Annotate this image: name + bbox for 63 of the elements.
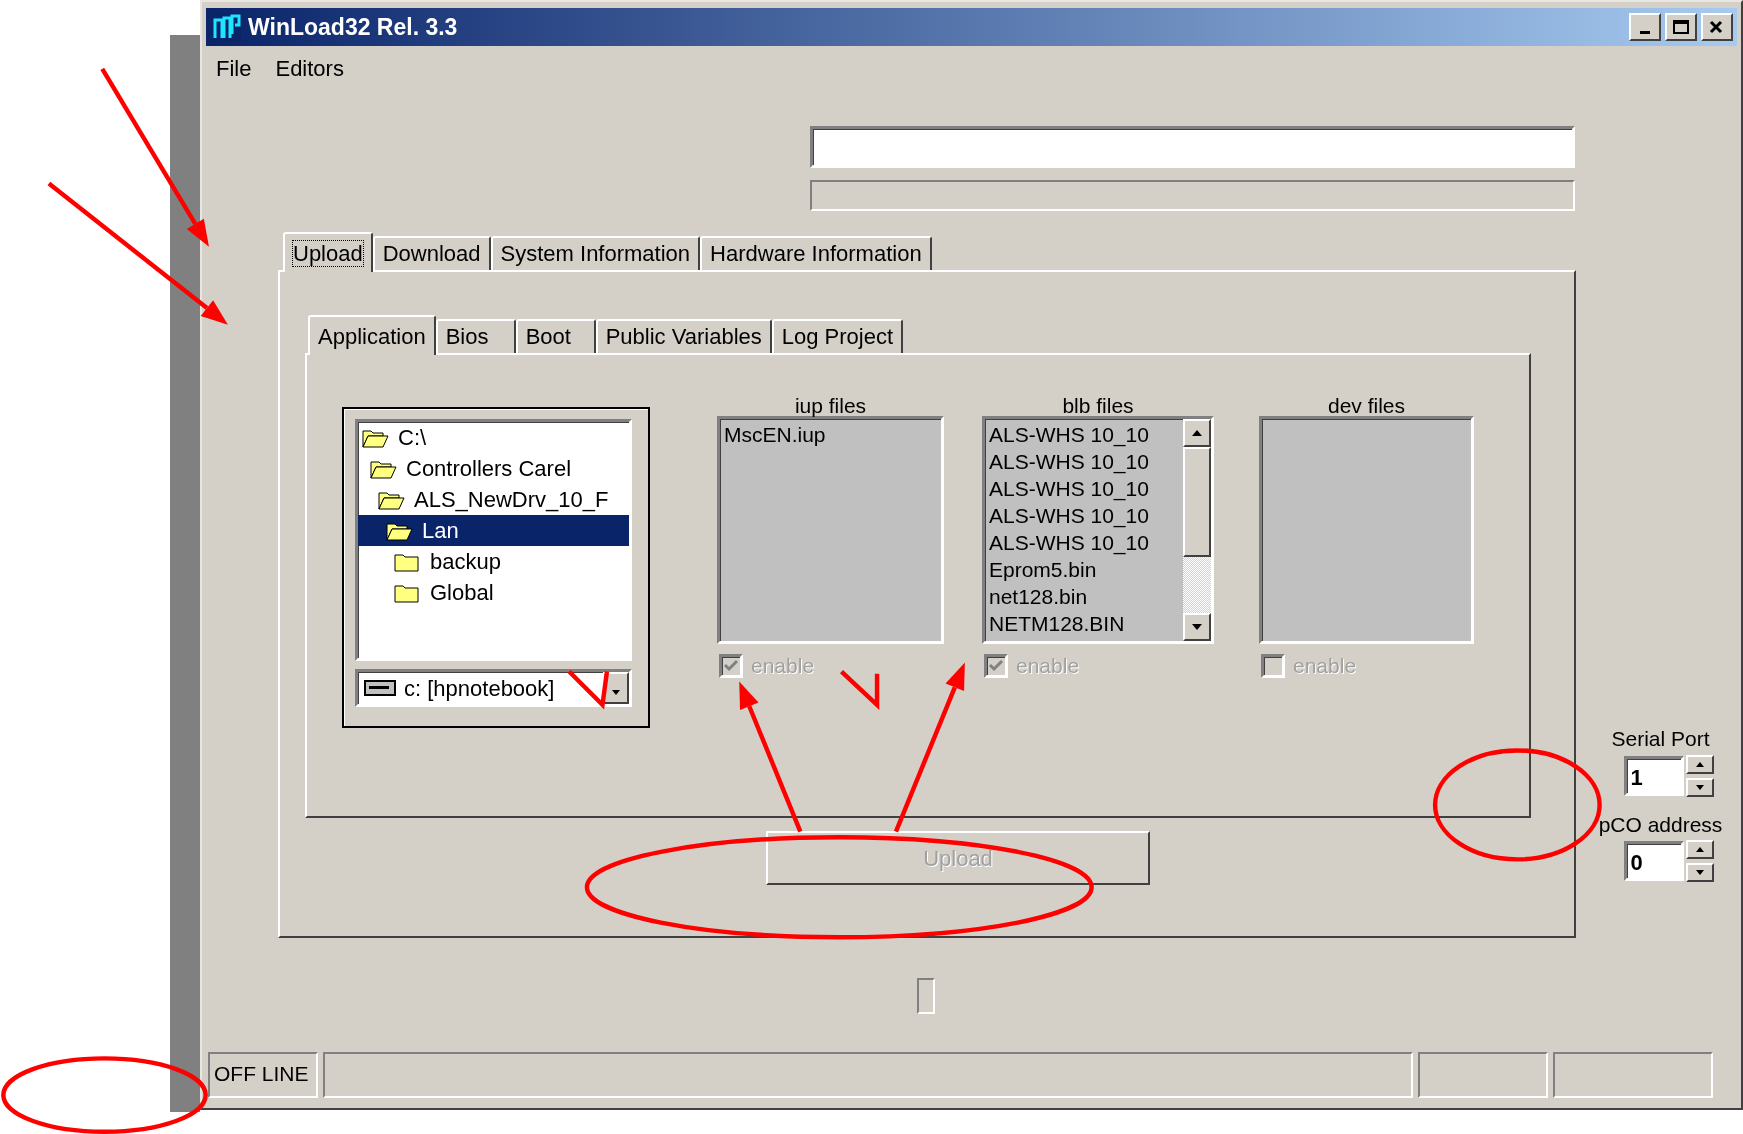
tab[interactable]: Public Variables [595,319,772,353]
maximize-icon [1672,19,1690,35]
tree-item[interactable]: backup [358,546,629,577]
list-item[interactable]: NETM128.BIN [989,610,1179,637]
down-arrow-icon [1695,870,1704,875]
scrollbar-thumb[interactable] [1183,447,1211,557]
tree-item[interactable]: C:\ [358,422,629,453]
list-item[interactable]: ALS-WHS 10_10 [989,475,1179,502]
tree-item[interactable]: Controllers Carel [358,453,629,484]
drive-dropdown[interactable]: c: [hpnotebook] [355,669,632,707]
list-item[interactable]: ALS-WHS 10_10 [989,529,1179,556]
window-title: WinLoad32 Rel. 3.3 [248,12,458,42]
list-item[interactable]: ALS-WHS 10_10 [989,448,1179,475]
number-field[interactable]: 1 [1623,755,1684,796]
close-button[interactable] [1701,13,1733,41]
minimize-button[interactable] [1629,13,1661,41]
annotation-mark [839,669,880,710]
file-list[interactable] [1259,416,1474,644]
up-arrow-icon [1695,847,1704,852]
list-item[interactable]: ALS-WHS 10_10 [989,421,1179,448]
spinner-label: pCO address [1598,811,1723,838]
tab[interactable]: System Information [490,236,701,270]
list-title: blb files [1061,393,1135,416]
list-item[interactable]: Eprom5.bin [989,556,1179,583]
file-list[interactable]: ALS-WHS 10_10 ALS-WHS 10_10 ALS-WHS 10_10 ALS-WHS 10_10 ALS-WHS 10_10 Eprom5.bin net128.bin NETM128.BIN [982,416,1214,644]
number-field[interactable]: 0 [1623,841,1684,881]
spin-up-button[interactable] [1685,840,1714,859]
drive-icon [364,679,396,697]
tab[interactable]: Download [372,236,491,270]
menu-item[interactable]: File [216,52,252,80]
maximize-button[interactable] [1665,13,1697,41]
tab[interactable]: Application [308,315,436,355]
tree-item[interactable]: Global [358,577,629,608]
indicator-slot [917,978,935,1014]
list-title: dev files [1326,393,1406,416]
down-arrow-icon [1695,784,1704,790]
spinner-label: Serial Port [1611,726,1710,752]
up-arrow-icon [1191,429,1203,437]
scroll-up-button[interactable] [1183,419,1211,447]
status-text: OFF LINE [208,1052,318,1098]
spin-down-button[interactable] [1685,777,1714,797]
spin-up-button[interactable] [1685,754,1714,774]
tab[interactable]: Upload [283,232,373,272]
scrollbar[interactable] [1183,419,1211,641]
tree-item[interactable]: ALS_NewDrv_10_F [358,484,629,515]
menu-item[interactable]: Editors [275,52,344,80]
down-arrow-icon [1191,623,1203,631]
tree-item[interactable]: Lan [358,515,629,546]
list-item[interactable]: net128.bin [989,583,1179,610]
spin-down-button[interactable] [1685,863,1714,882]
list-item[interactable]: ALS-WHS 10_10 [989,502,1179,529]
up-arrow-icon [1695,761,1704,767]
annotation-mark [567,669,610,710]
tab[interactable]: Boot [515,319,596,353]
tab[interactable]: Log Project [771,319,904,353]
tab[interactable]: Hardware Information [700,236,932,270]
text-field[interactable] [810,126,1575,168]
list-item[interactable]: MscEN.iup [724,421,937,448]
tab[interactable]: Bios [435,319,516,353]
file-list[interactable]: MscEN.iup [717,416,944,644]
scroll-down-button[interactable] [1183,613,1211,641]
minimize-icon [1640,30,1650,34]
list-title: iup files [793,393,868,416]
